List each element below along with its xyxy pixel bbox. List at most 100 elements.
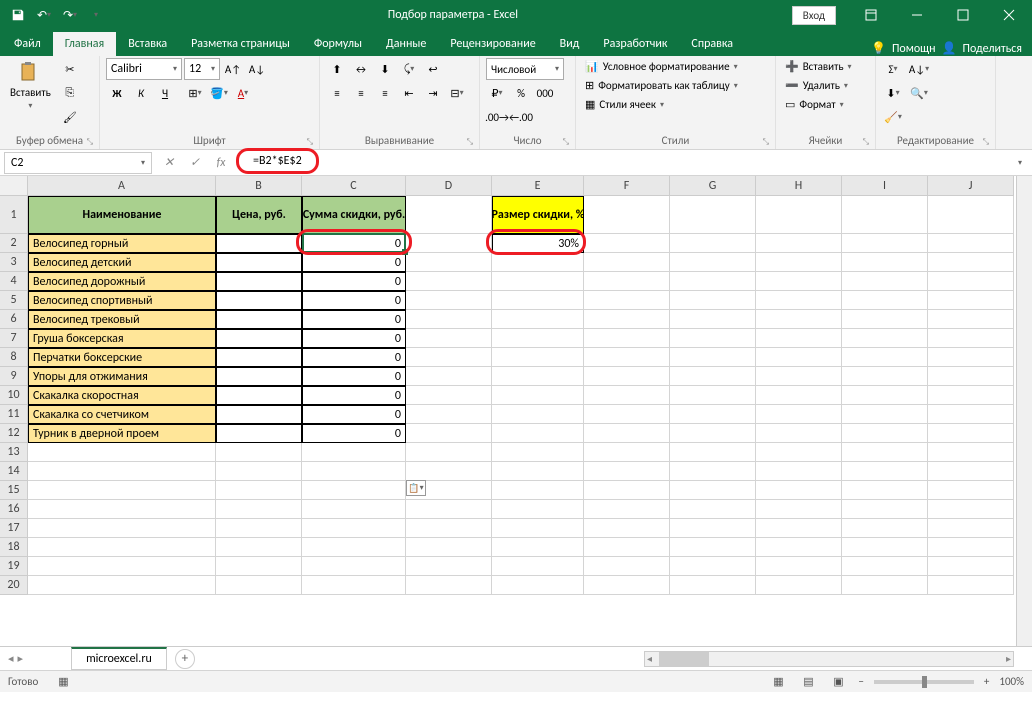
cell[interactable]: [492, 481, 584, 500]
percent-icon[interactable]: %: [510, 82, 532, 104]
cell[interactable]: [406, 386, 492, 405]
cell[interactable]: [756, 253, 842, 272]
item-discount[interactable]: 0: [302, 253, 406, 272]
row-header-8[interactable]: 8: [0, 348, 28, 367]
fx-icon[interactable]: fx: [208, 152, 234, 174]
cell[interactable]: [928, 424, 1014, 443]
cell[interactable]: [842, 481, 928, 500]
cell[interactable]: [302, 538, 406, 557]
item-price[interactable]: [216, 348, 302, 367]
col-header-d[interactable]: D: [406, 176, 492, 196]
cell[interactable]: [216, 500, 302, 519]
enter-icon[interactable]: ✓: [182, 152, 208, 174]
row-header-2[interactable]: 2: [0, 234, 28, 253]
item-discount[interactable]: 0: [302, 386, 406, 405]
autosum-icon[interactable]: Σ▾: [882, 58, 904, 80]
item-name[interactable]: Турник в дверной проем: [28, 424, 216, 443]
row-header-7[interactable]: 7: [0, 329, 28, 348]
cell[interactable]: [406, 367, 492, 386]
wrap-text-icon[interactable]: ↩: [422, 58, 444, 80]
cell[interactable]: [406, 500, 492, 519]
indent-left-icon[interactable]: ⇤: [398, 82, 420, 104]
cell[interactable]: [584, 272, 670, 291]
tab-review[interactable]: Рецензирование: [438, 32, 547, 56]
cell[interactable]: [842, 538, 928, 557]
cell[interactable]: [928, 557, 1014, 576]
discount-value[interactable]: 30%: [492, 234, 584, 253]
cell[interactable]: [492, 519, 584, 538]
item-discount[interactable]: 0: [302, 405, 406, 424]
cell[interactable]: [584, 576, 670, 595]
item-discount[interactable]: 0: [302, 272, 406, 291]
cell[interactable]: [928, 576, 1014, 595]
sort-filter-icon[interactable]: A↓▾: [908, 58, 930, 80]
cell[interactable]: [216, 481, 302, 500]
close-icon[interactable]: [986, 0, 1032, 30]
cell[interactable]: [928, 481, 1014, 500]
cell[interactable]: [670, 253, 756, 272]
cell[interactable]: [216, 538, 302, 557]
conditional-format-button[interactable]: 📊 Условное форматирование▾: [582, 58, 741, 75]
item-name[interactable]: Упоры для отжимания: [28, 367, 216, 386]
row-header-6[interactable]: 6: [0, 310, 28, 329]
cell[interactable]: [842, 253, 928, 272]
item-name[interactable]: Скакалка скоростная: [28, 386, 216, 405]
cell[interactable]: [406, 576, 492, 595]
cell[interactable]: [28, 462, 216, 481]
col-header-a[interactable]: A: [28, 176, 216, 196]
maximize-icon[interactable]: [940, 0, 986, 30]
item-name[interactable]: Велосипед трековый: [28, 310, 216, 329]
horizontal-scrollbar[interactable]: ◂ ▸: [644, 651, 1014, 667]
cell[interactable]: [216, 519, 302, 538]
cell[interactable]: [492, 405, 584, 424]
copy-icon[interactable]: ⎘: [59, 82, 81, 104]
format-as-table-button[interactable]: ⊞ Форматировать как таблицу▾: [582, 77, 741, 94]
bold-button[interactable]: Ж: [106, 82, 128, 104]
cell[interactable]: [492, 500, 584, 519]
cell[interactable]: [928, 196, 1014, 234]
cell[interactable]: [406, 329, 492, 348]
cell[interactable]: [670, 500, 756, 519]
item-discount[interactable]: 0: [302, 348, 406, 367]
cell[interactable]: [928, 386, 1014, 405]
cell[interactable]: [302, 481, 406, 500]
item-price[interactable]: [216, 310, 302, 329]
cell[interactable]: [302, 462, 406, 481]
cell[interactable]: [756, 424, 842, 443]
cell[interactable]: [670, 443, 756, 462]
cell[interactable]: [584, 234, 670, 253]
macro-icon[interactable]: ▦: [58, 675, 68, 688]
fill-handle[interactable]: [402, 249, 408, 255]
cell[interactable]: [756, 386, 842, 405]
align-top-icon[interactable]: ⬆: [326, 58, 348, 80]
item-price[interactable]: [216, 291, 302, 310]
align-right-icon[interactable]: ≡: [374, 82, 396, 104]
cell[interactable]: [670, 234, 756, 253]
item-name[interactable]: Велосипед дорожный: [28, 272, 216, 291]
cell[interactable]: [842, 500, 928, 519]
cell[interactable]: [28, 576, 216, 595]
header-discount-pct[interactable]: Размер скидки, %: [492, 196, 584, 234]
item-name[interactable]: Груша боксерская: [28, 329, 216, 348]
cell[interactable]: [406, 196, 492, 234]
cell[interactable]: [492, 386, 584, 405]
undo-icon[interactable]: ↶▾: [32, 3, 56, 27]
cell[interactable]: [492, 329, 584, 348]
cell[interactable]: [406, 443, 492, 462]
cell[interactable]: [928, 348, 1014, 367]
cell[interactable]: [928, 405, 1014, 424]
cell[interactable]: [842, 557, 928, 576]
cell[interactable]: [842, 234, 928, 253]
login-button[interactable]: Вход: [792, 6, 836, 25]
row-header-5[interactable]: 5: [0, 291, 28, 310]
cell[interactable]: [670, 519, 756, 538]
cell[interactable]: [492, 291, 584, 310]
row-header-18[interactable]: 18: [0, 538, 28, 557]
align-left-icon[interactable]: ≡: [326, 82, 348, 104]
cell[interactable]: [302, 500, 406, 519]
cell[interactable]: [670, 424, 756, 443]
cell[interactable]: [928, 443, 1014, 462]
cell[interactable]: [928, 329, 1014, 348]
cell[interactable]: [406, 272, 492, 291]
cell[interactable]: [756, 519, 842, 538]
